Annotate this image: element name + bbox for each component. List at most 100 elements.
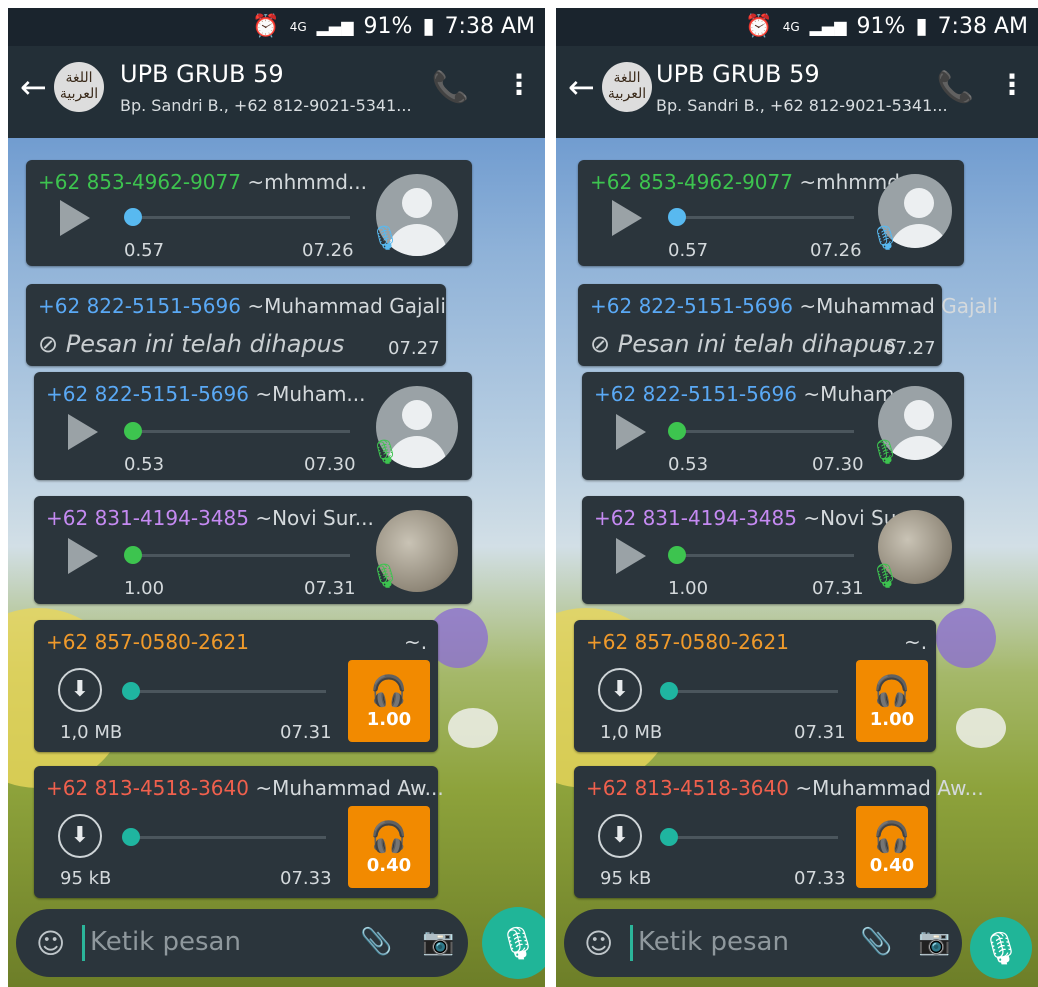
progress-track[interactable]	[130, 554, 350, 557]
audio-file-message[interactable]: +62 857-0580-2621 ~. ⬇ 1,0 MB 07.31 🎧 1.…	[34, 620, 438, 752]
camera-icon[interactable]: 📷	[918, 927, 950, 957]
timestamp: 07.26	[302, 240, 354, 261]
file-size: 95 kB	[600, 868, 652, 889]
sender-number: +62 813-4518-3640	[46, 776, 249, 800]
chat-screen-right: ⏰ 4G ▂▄▆ 91% ▮ 7:38 AM ← اللغة العربية U…	[556, 8, 1038, 987]
sender-number: +62 822-5151-5696	[38, 294, 241, 318]
play-icon[interactable]	[68, 414, 98, 450]
group-members[interactable]: Bp. Sandri B., +62 812-9021-5341...	[656, 96, 948, 115]
blocked-icon: ⊘	[590, 330, 611, 358]
voice-message[interactable]: +62 853-4962-9077 ~mhmmd... 0.57 07.26 🎙	[578, 160, 964, 266]
sender: +62 813-4518-3640 ~Muhammad Aw...	[586, 776, 984, 800]
timestamp: 07.30	[812, 454, 864, 475]
audio-length: 0.40	[869, 855, 915, 876]
play-icon[interactable]	[60, 200, 90, 236]
voice-message[interactable]: +62 831-4194-3485 ~Novi Sur... 1.00 07.3…	[34, 496, 472, 604]
more-options-icon[interactable]: ⋮	[505, 68, 533, 101]
play-icon[interactable]	[68, 538, 98, 574]
deleted-message[interactable]: +62 822-5151-5696 ~Muhammad Gajali ⊘ Pes…	[26, 284, 446, 366]
audio-length: 0.40	[366, 855, 412, 876]
timestamp: 07.31	[280, 722, 332, 743]
more-options-icon[interactable]: ⋮	[998, 68, 1026, 101]
blocked-icon: ⊘	[38, 330, 59, 358]
sender: +62 822-5151-5696 ~Muham...	[594, 382, 914, 406]
message-composer: ☺ Ketik pesan 📎 📷	[16, 909, 468, 977]
voice-record-button[interactable]: 🎙	[970, 917, 1032, 979]
status-bar: ⏰ 4G ▂▄▆ 91% ▮ 7:38 AM	[8, 8, 545, 46]
progress-track[interactable]	[130, 690, 326, 693]
play-icon[interactable]	[612, 200, 642, 236]
voice-message[interactable]: +62 831-4194-3485 ~Novi Sur... 1.00 07.3…	[582, 496, 964, 604]
voice-message[interactable]: +62 853-4962-9077 ~mhmmd... 0.57 07.26 🎙	[26, 160, 472, 266]
alarm-icon: ⏰	[745, 14, 773, 39]
text-cursor	[630, 925, 633, 961]
audio-file-message[interactable]: +62 857-0580-2621 ~. ⬇ 1,0 MB 07.31 🎧 1.…	[574, 620, 936, 752]
download-icon[interactable]: ⬇	[58, 814, 102, 858]
voice-message[interactable]: +62 822-5151-5696 ~Muham... 0.53 07.30 🎙	[582, 372, 964, 480]
add-call-icon[interactable]: 📞	[432, 70, 469, 105]
headphones-icon: 🎧	[370, 820, 408, 855]
sender-alias: ~Muham...	[255, 382, 366, 406]
progress-track[interactable]	[668, 690, 838, 693]
progress-thumb[interactable]	[660, 682, 678, 700]
voice-message[interactable]: +62 822-5151-5696 ~Muham... 0.53 07.30 🎙	[34, 372, 472, 480]
headphones-icon: 🎧	[873, 674, 911, 709]
group-avatar[interactable]: اللغة العربية	[54, 62, 104, 112]
group-avatar[interactable]: اللغة العربية	[602, 62, 652, 112]
mic-icon: 🎙	[370, 562, 401, 590]
progress-track[interactable]	[130, 216, 350, 219]
progress-thumb[interactable]	[668, 546, 686, 564]
chat-header: ← اللغة العربية UPB GRUB 59 Bp. Sandri B…	[556, 46, 1038, 138]
emoji-icon[interactable]: ☺	[584, 927, 613, 960]
attach-icon[interactable]: 📎	[860, 927, 892, 957]
audio-file-message[interactable]: +62 813-4518-3640 ~Muhammad Aw... ⬇ 95 k…	[574, 766, 984, 898]
progress-thumb[interactable]	[668, 422, 686, 440]
group-title[interactable]: UPB GRUB 59	[120, 60, 284, 88]
download-icon[interactable]: ⬇	[58, 668, 102, 712]
play-icon[interactable]	[616, 538, 646, 574]
progress-thumb[interactable]	[668, 208, 686, 226]
back-arrow-icon[interactable]: ←	[20, 68, 47, 106]
message-input[interactable]: Ketik pesan	[90, 927, 241, 957]
sender: +62 813-4518-3640 ~Muhammad Aw...	[46, 776, 444, 800]
progress-track[interactable]	[130, 430, 350, 433]
progress-thumb[interactable]	[124, 546, 142, 564]
timestamp: 07.31	[304, 578, 356, 599]
message-composer: ☺ Ketik pesan 📎 📷	[564, 909, 962, 977]
timestamp: 07.27	[884, 338, 936, 359]
add-call-icon[interactable]: 📞	[937, 70, 974, 105]
progress-thumb[interactable]	[122, 682, 140, 700]
voice-record-button[interactable]: 🎙	[482, 907, 545, 979]
deleted-message[interactable]: +62 822-5151-5696 ~Muhammad Gajali ⊘ Pes…	[578, 284, 998, 366]
play-icon[interactable]	[616, 414, 646, 450]
download-icon[interactable]: ⬇	[598, 814, 642, 858]
progress-track[interactable]	[130, 836, 326, 839]
mic-icon: 🎙	[870, 438, 901, 466]
group-title[interactable]: UPB GRUB 59	[656, 60, 820, 88]
sender-number: +62 853-4962-9077	[590, 170, 793, 194]
progress-thumb[interactable]	[124, 422, 142, 440]
progress-thumb[interactable]	[660, 828, 678, 846]
audio-file-message[interactable]: +62 813-4518-3640 ~Muhammad Aw... ⬇ 95 k…	[34, 766, 444, 898]
back-arrow-icon[interactable]: ←	[568, 68, 595, 106]
progress-track[interactable]	[674, 554, 854, 557]
chat-header: ← اللغة العربية UPB GRUB 59 Bp. Sandri B…	[8, 46, 545, 138]
battery-icon: ▮	[915, 14, 928, 39]
progress-track[interactable]	[674, 430, 854, 433]
sender: +62 853-4962-9077 ~mhmmd...	[38, 170, 367, 194]
duration: 1.00	[668, 578, 709, 599]
clock: 7:38 AM	[937, 14, 1028, 39]
progress-thumb[interactable]	[122, 828, 140, 846]
chat-screen-left: ⏰ 4G ▂▄▆ 91% ▮ 7:38 AM ← اللغة العربية U…	[8, 8, 545, 987]
battery-icon: ▮	[422, 14, 435, 39]
progress-thumb[interactable]	[124, 208, 142, 226]
progress-track[interactable]	[668, 836, 838, 839]
progress-track[interactable]	[674, 216, 854, 219]
group-members[interactable]: Bp. Sandri B., +62 812-9021-5341...	[120, 96, 412, 115]
attach-icon[interactable]: 📎	[360, 927, 392, 957]
sender: +62 857-0580-2621	[586, 630, 789, 654]
download-icon[interactable]: ⬇	[598, 668, 642, 712]
emoji-icon[interactable]: ☺	[36, 927, 65, 960]
message-input[interactable]: Ketik pesan	[638, 927, 789, 957]
camera-icon[interactable]: 📷	[422, 927, 454, 957]
